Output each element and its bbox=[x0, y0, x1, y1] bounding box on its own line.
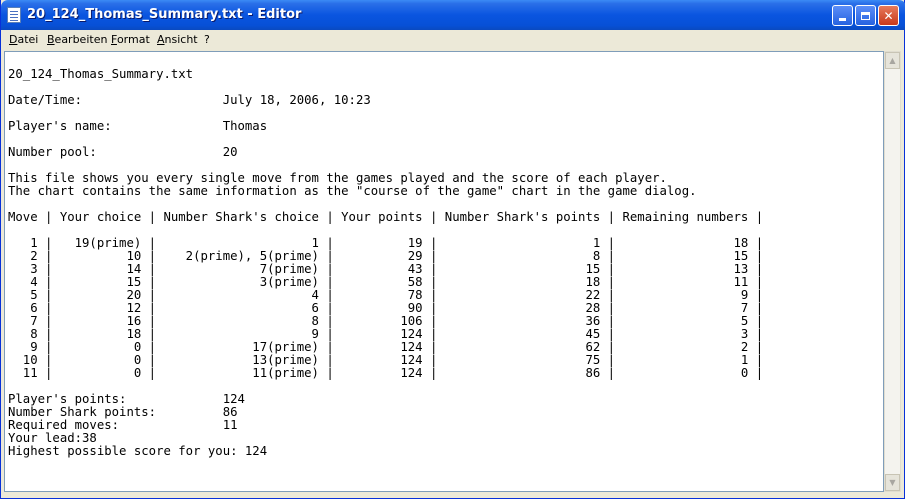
maximize-button[interactable] bbox=[855, 5, 876, 26]
menu-format[interactable]: Format bbox=[111, 33, 150, 46]
menu-help[interactable]: ? bbox=[204, 33, 210, 46]
menu-bar: Datei Bearbeiten Format Ansicht ? bbox=[1, 30, 904, 49]
notepad-window: 20_124_Thomas_Summary.txt - Editor ✕ Dat… bbox=[0, 0, 905, 499]
title-bar[interactable]: 20_124_Thomas_Summary.txt - Editor ✕ bbox=[1, 0, 905, 30]
vertical-scrollbar[interactable]: ▲ ▼ bbox=[884, 51, 901, 492]
minimize-icon bbox=[839, 18, 846, 21]
arrow-up-icon: ▲ bbox=[889, 56, 896, 65]
document-text[interactable]: 20_124_Thomas_Summary.txt Date/Time: Jul… bbox=[5, 52, 883, 458]
arrow-down-icon: ▼ bbox=[889, 478, 896, 487]
menu-datei[interactable]: Datei bbox=[9, 33, 38, 46]
scroll-down-button[interactable]: ▼ bbox=[885, 474, 900, 491]
scroll-up-button[interactable]: ▲ bbox=[885, 52, 900, 69]
close-button[interactable]: ✕ bbox=[878, 5, 899, 26]
text-editor-area[interactable]: 20_124_Thomas_Summary.txt Date/Time: Jul… bbox=[4, 51, 884, 492]
menu-ansicht[interactable]: Ansicht bbox=[157, 33, 198, 46]
minimize-button[interactable] bbox=[832, 5, 853, 26]
maximize-icon bbox=[861, 11, 870, 20]
menu-bearbeiten[interactable]: Bearbeiten bbox=[47, 33, 107, 46]
window-title: 20_124_Thomas_Summary.txt - Editor bbox=[27, 7, 302, 22]
close-icon: ✕ bbox=[883, 8, 894, 23]
notepad-icon[interactable] bbox=[7, 7, 21, 23]
